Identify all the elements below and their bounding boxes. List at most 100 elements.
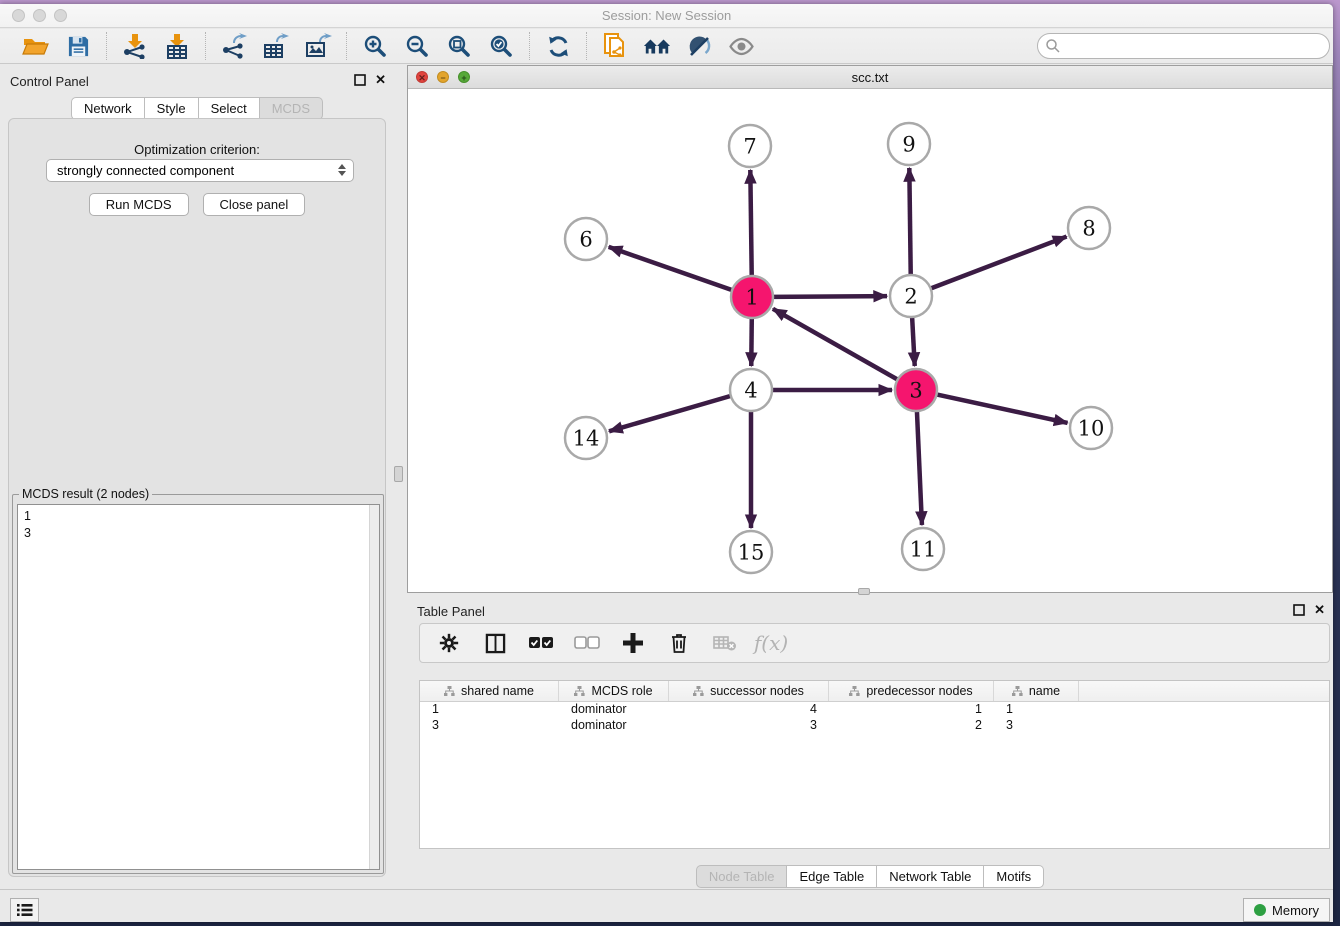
control-panel-title: Control Panel [10,74,89,89]
export-table-icon[interactable] [262,32,290,60]
graph-edge-1-6[interactable] [609,247,733,290]
delete-table-icon [712,630,738,656]
tab-network-table[interactable]: Network Table [877,865,984,888]
column-header-shared-name[interactable]: shared name [420,681,559,701]
task-history-button[interactable] [10,898,39,922]
column-header-successor-nodes[interactable]: successor nodes [669,681,829,701]
deselect-all-icon[interactable] [574,630,600,656]
graph-edge-2-8[interactable] [931,237,1067,289]
graph-node-label: 1 [745,285,758,309]
graph-node-2[interactable]: 2 [890,275,932,317]
hide-panels-icon[interactable] [685,32,713,60]
column-header-MCDS-role[interactable]: MCDS role [559,681,669,701]
network-canvas[interactable]: 1 2 3 4 6 7 8 9 10 11 14 15 [408,89,1332,592]
open-session-icon[interactable] [22,32,50,60]
graph-node-label: 11 [910,537,937,561]
network-window-titlebar[interactable]: ✕ − + scc.txt [408,66,1332,89]
table-cell: dominator [559,718,669,734]
home-icon[interactable] [643,32,671,60]
graph-edge-2-9[interactable] [909,168,910,275]
graph-node-8[interactable]: 8 [1068,207,1110,249]
result-scrollbar[interactable] [369,505,379,869]
tab-edge-table[interactable]: Edge Table [787,865,877,888]
graph-edge-1-2[interactable] [773,296,887,297]
graph-node-3[interactable]: 3 [895,369,937,411]
graph-edge-3-1[interactable] [773,309,898,380]
zoom-selected-icon[interactable] [487,32,515,60]
search-icon [1045,38,1061,54]
zoom-fit-icon[interactable] [445,32,473,60]
toolbar-search-input[interactable] [1037,33,1330,59]
refresh-icon[interactable] [544,32,572,60]
save-session-icon[interactable] [64,32,92,60]
show-panels-icon[interactable] [727,32,755,60]
float-panel-icon[interactable] [354,74,366,86]
graph-edge-1-4[interactable] [751,318,752,366]
vertical-splitter-handle[interactable] [394,466,403,482]
add-column-icon[interactable] [620,630,646,656]
column-header-name[interactable]: name [994,681,1079,701]
graph-node-15[interactable]: 15 [730,531,772,573]
table-row[interactable]: 1dominator411 [420,702,1329,718]
graph-edge-2-3[interactable] [912,317,915,366]
network-graph[interactable]: 1 2 3 4 6 7 8 9 10 11 14 15 [408,89,1332,592]
main-titlebar: Session: New Session [0,4,1333,28]
table-body: 1dominator4113dominator323 [420,702,1329,734]
graph-node-4[interactable]: 4 [730,369,772,411]
select-all-icon[interactable] [528,630,554,656]
memory-label: Memory [1272,903,1319,918]
criterion-select[interactable]: strongly connected component [46,159,354,182]
graph-node-14[interactable]: 14 [565,417,607,459]
graph-node-label: 10 [1078,416,1105,440]
table-cell: 3 [669,718,829,734]
close-panel-button[interactable]: Close panel [203,193,306,216]
table-cell: 1 [420,702,559,718]
export-image-icon[interactable] [304,32,332,60]
tab-motifs[interactable]: Motifs [984,865,1044,888]
import-network-icon[interactable] [121,32,149,60]
float-table-panel-icon[interactable] [1293,604,1305,616]
clone-network-icon[interactable] [601,32,629,60]
tab-select[interactable]: Select [199,97,260,120]
graph-node-10[interactable]: 10 [1070,407,1112,449]
tab-network[interactable]: Network [71,97,145,120]
graph-edge-3-10[interactable] [937,394,1068,422]
graph-node-7[interactable]: 7 [729,125,771,167]
split-view-icon[interactable] [482,630,508,656]
table-cell: 4 [669,702,829,718]
select-stepper-icon [338,164,346,176]
graph-node-11[interactable]: 11 [902,528,944,570]
tab-style[interactable]: Style [145,97,199,120]
memory-button[interactable]: Memory [1243,898,1330,922]
sort-icon [693,686,704,697]
export-network-icon[interactable] [220,32,248,60]
import-table-icon[interactable] [163,32,191,60]
mcds-result-box[interactable]: 1 3 [17,504,380,870]
graph-node-6[interactable]: 6 [565,218,607,260]
node-table[interactable]: shared nameMCDS rolesuccessor nodesprede… [419,680,1330,849]
column-header-predecessor-nodes[interactable]: predecessor nodes [829,681,994,701]
function-builder-icon: f(x) [758,630,784,656]
gear-icon[interactable] [436,630,462,656]
graph-edge-4-14[interactable] [609,396,731,431]
tab-node-table[interactable]: Node Table [696,865,788,888]
tab-mcds[interactable]: MCDS [260,97,323,120]
graph-edge-1-7[interactable] [750,170,751,276]
graph-node-1[interactable]: 1 [731,276,773,318]
zoom-in-icon[interactable] [361,32,389,60]
table-row[interactable]: 3dominator323 [420,718,1329,734]
zoom-out-icon[interactable] [403,32,431,60]
close-panel-icon[interactable]: ✕ [375,74,386,86]
graph-edge-3-11[interactable] [917,411,922,525]
table-cell: dominator [559,702,669,718]
network-window-title: scc.txt [408,70,1332,85]
sort-icon [444,686,455,697]
delete-column-icon[interactable] [666,630,692,656]
sort-icon [574,686,585,697]
table-panel: Table Panel ✕ [407,595,1333,889]
close-table-panel-icon[interactable]: ✕ [1314,604,1325,616]
optimization-criterion-label: Optimization criterion: [9,142,385,157]
horizontal-splitter-handle[interactable] [858,588,870,595]
run-mcds-button[interactable]: Run MCDS [89,193,189,216]
graph-node-9[interactable]: 9 [888,123,930,165]
